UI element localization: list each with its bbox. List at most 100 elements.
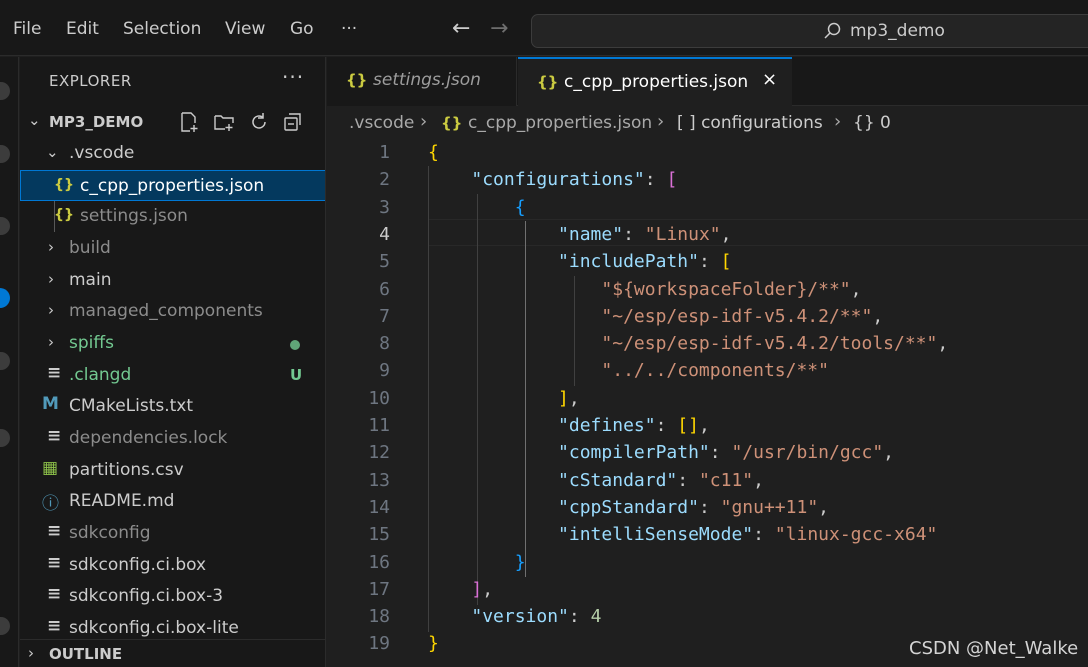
outline-title: OUTLINE — [49, 645, 123, 663]
json-icon: {} — [537, 73, 559, 91]
code-token: [ — [720, 251, 732, 273]
tree-file-clangd[interactable]: ≡ .clangd U — [20, 360, 325, 391]
tree-label: spiffs — [69, 333, 114, 353]
code-token: } — [514, 551, 526, 573]
workspace-folder-header[interactable]: ⌄ MP3_DEMO — [20, 109, 325, 135]
tree-file-sdkconfig-ci-box-3[interactable]: ≡ sdkconfig.ci.box-3 — [20, 581, 325, 612]
tree-file-c-cpp-properties[interactable]: {} c_cpp_properties.json — [20, 170, 325, 201]
activity-scm-icon[interactable] — [0, 217, 10, 235]
code-token: : — [753, 524, 775, 546]
git-modified-dot-icon — [290, 340, 300, 350]
tree-folder-main[interactable]: › main — [20, 265, 325, 296]
code-token: [] — [677, 415, 699, 436]
code-token: "intelliSenseMode" — [558, 524, 754, 546]
chevron-right-icon: › — [28, 644, 34, 662]
menu-more[interactable]: ··· — [341, 19, 357, 39]
code-token: ] — [471, 578, 483, 600]
tree-file-cmakelists[interactable]: M CMakeLists.txt — [20, 391, 325, 422]
command-center-search[interactable]: mp3_demo — [531, 14, 1088, 48]
code-token: "name" — [558, 223, 624, 245]
menu-edit[interactable]: Edit — [66, 19, 99, 39]
back-arrow-icon[interactable]: ← — [452, 16, 470, 41]
tree-file-readme[interactable]: ⓘ README.md — [20, 486, 325, 517]
activity-extensions-icon[interactable] — [0, 429, 10, 447]
tree-folder-spiffs[interactable]: › spiffs — [20, 328, 325, 359]
outline-section-header[interactable]: › OUTLINE — [20, 639, 325, 667]
line-number: 7 — [379, 305, 390, 327]
menu-selection[interactable]: Selection — [123, 19, 201, 39]
code-token: : — [644, 169, 667, 191]
code-line: "compilerPath": "/usr/bin/gcc", — [428, 439, 894, 466]
menu-go[interactable]: Go — [290, 19, 314, 39]
breadcrumb-folder[interactable]: .vscode — [349, 113, 414, 133]
tree-label: .clangd — [69, 365, 132, 385]
activity-account-icon[interactable] — [0, 617, 10, 635]
chevron-down-icon: ⌄ — [46, 143, 59, 161]
line-number: 6 — [379, 278, 390, 300]
tree-label: managed_components — [69, 301, 263, 321]
code-line: "cppStandard": "gnu++11", — [428, 494, 829, 521]
code-token: , — [482, 578, 494, 600]
code-line: "~/esp/esp-idf-v5.4.2/tools/**", — [428, 330, 948, 357]
tree-file-dependencies-lock[interactable]: ≡ dependencies.lock — [20, 423, 325, 454]
line-number: 16 — [368, 551, 390, 573]
line-number: 4 — [379, 223, 390, 245]
activity-badge-icon[interactable] — [0, 288, 10, 308]
activity-run-icon[interactable] — [0, 352, 10, 370]
line-number: 9 — [379, 360, 390, 382]
tree-label: README.md — [69, 491, 175, 511]
tree-folder-managed-components[interactable]: › managed_components — [20, 296, 325, 327]
code-token: { — [428, 142, 439, 163]
code-token: , — [753, 469, 764, 491]
tree-label: CMakeLists.txt — [69, 396, 194, 416]
breadcrumb-file[interactable]: c_cpp_properties.json — [468, 113, 652, 133]
tab-c-cpp-properties-json[interactable]: {} c_cpp_properties.json × — [518, 57, 792, 106]
tree-folder-vscode[interactable]: ⌄ .vscode — [20, 138, 325, 169]
tree-folder-build[interactable]: › build — [20, 233, 325, 264]
code-token: "cStandard" — [558, 469, 678, 491]
code-line: "intelliSenseMode": "linux-gcc-x64" — [428, 521, 937, 548]
tree-file-partitions[interactable]: ▦ partitions.csv — [20, 455, 325, 486]
close-icon[interactable]: × — [762, 69, 777, 90]
breadcrumb-item[interactable]: {} 0 — [853, 113, 891, 133]
code-token: "linux-gcc-x64" — [774, 524, 938, 546]
tree-label: dependencies.lock — [69, 428, 228, 448]
line-number: 10 — [368, 387, 390, 409]
chevron-right-icon: › — [48, 301, 54, 319]
forward-arrow-icon[interactable]: → — [490, 16, 508, 41]
code-token: "defines" — [558, 415, 656, 436]
new-file-icon[interactable] — [178, 111, 200, 133]
code-line: { — [428, 194, 526, 221]
title-bar: File Edit Selection View Go ··· ← → mp3_… — [0, 0, 1088, 56]
tab-settings-json[interactable]: {} settings.json — [327, 57, 517, 106]
tree-file-settings[interactable]: {} settings.json — [20, 201, 325, 232]
tree-label: sdkconfig.ci.box — [69, 555, 207, 575]
collapse-all-icon[interactable] — [282, 111, 304, 133]
cmake-icon: M — [42, 394, 59, 414]
menu-file[interactable]: File — [13, 19, 41, 39]
refresh-icon[interactable] — [248, 111, 270, 133]
code-token: , — [720, 223, 732, 245]
code-editor[interactable]: 1{2 "configurations": [3 {4 "name": "Lin… — [327, 139, 1088, 667]
tree-label: settings.json — [80, 206, 188, 226]
code-line: "includePath": [ — [428, 248, 731, 275]
new-folder-icon[interactable] — [213, 111, 235, 133]
tree-file-sdkconfig-ci-box[interactable]: ≡ sdkconfig.ci.box — [20, 550, 325, 581]
menu-view[interactable]: View — [225, 19, 265, 39]
code-token: "includePath" — [558, 251, 699, 273]
code-token: : — [677, 469, 699, 491]
file-lines-icon: ≡ — [47, 363, 62, 383]
code-line: "${workspaceFolder}/**", — [428, 276, 861, 303]
tree-file-sdkconfig[interactable]: ≡ sdkconfig — [20, 518, 325, 549]
activity-explorer-icon[interactable] — [0, 82, 10, 100]
breadcrumb-section[interactable]: [ ] configurations — [677, 113, 823, 133]
code-token: : — [655, 415, 678, 436]
activity-search-icon[interactable] — [0, 145, 10, 163]
explorer-more-icon[interactable]: ··· — [282, 65, 304, 89]
